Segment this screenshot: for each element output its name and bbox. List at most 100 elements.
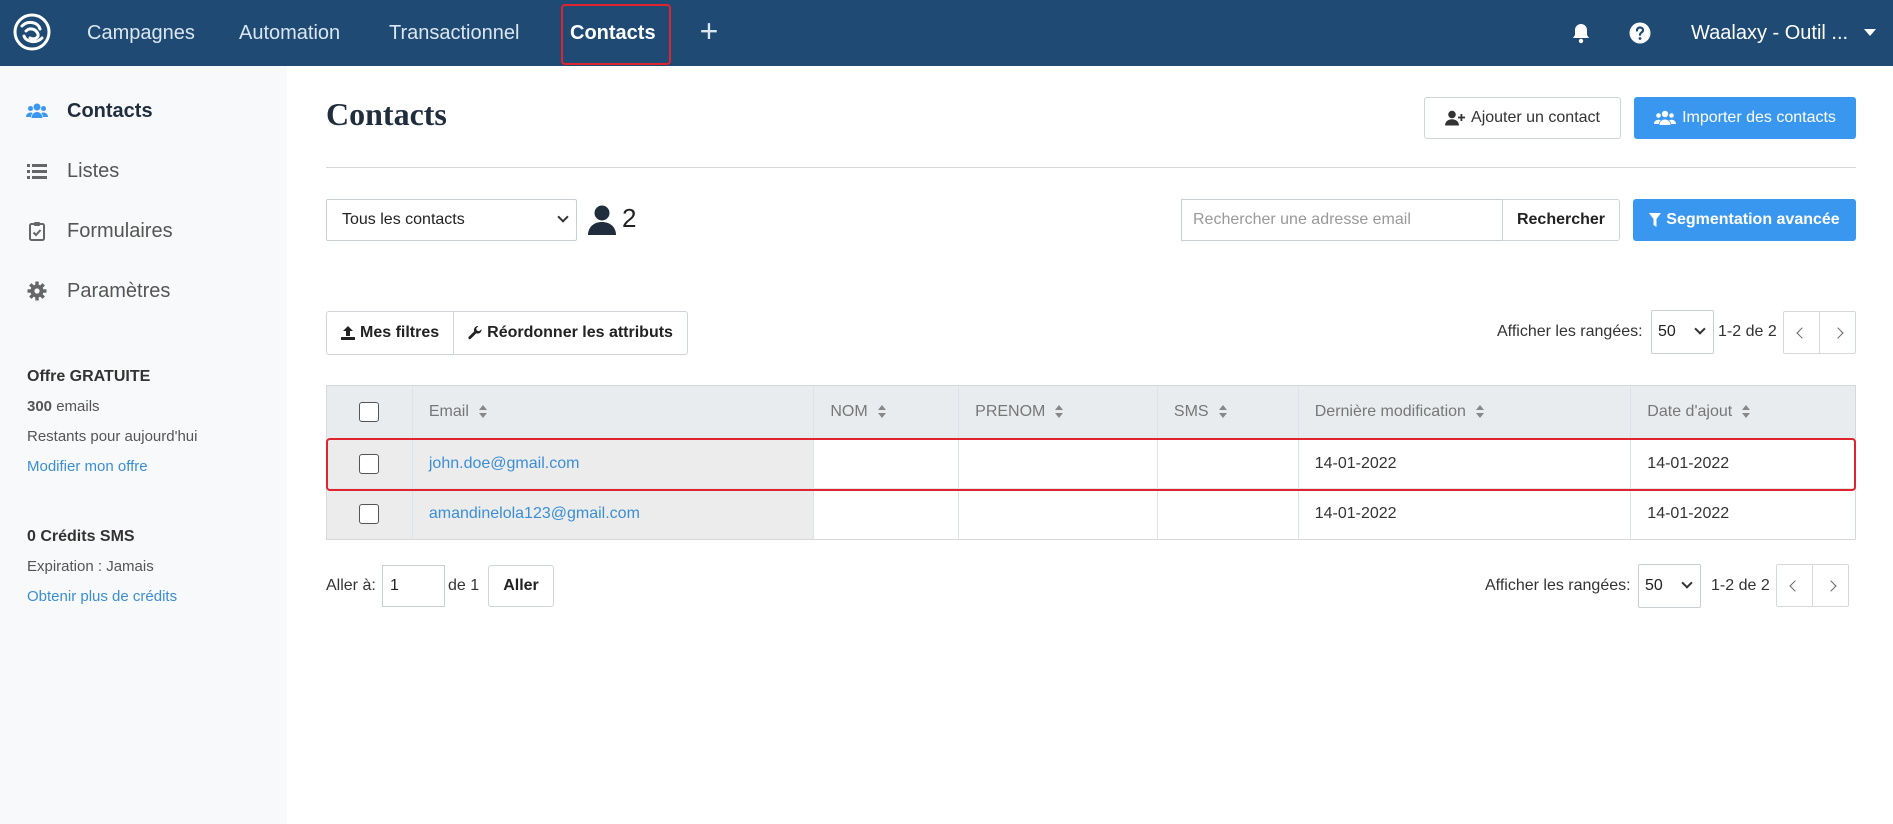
- contact-count: 2: [622, 203, 637, 233]
- rows-per-page-value: 50: [1658, 323, 1676, 340]
- prev-page-button[interactable]: [1784, 312, 1819, 353]
- org-dropdown-caret-icon[interactable]: [1864, 29, 1876, 36]
- sort-icon: [1055, 405, 1064, 419]
- bell-icon[interactable]: [1569, 21, 1593, 45]
- contact-email-link[interactable]: john.doe@gmail.com: [429, 455, 580, 473]
- reorder-attributes-button[interactable]: Réordonner les attributs: [454, 311, 688, 355]
- search-email-input[interactable]: Rechercher une adresse email: [1181, 199, 1503, 241]
- pagination-controls: [1776, 564, 1849, 607]
- filters-button-group: Mes filtres Réordonner les attributs: [326, 311, 688, 355]
- get-more-credits-link[interactable]: Obtenir plus de crédits: [27, 588, 177, 605]
- wrench-icon: [468, 326, 482, 340]
- sms-expiration-text: Expiration : Jamais: [27, 558, 154, 575]
- sidebar: Contacts Listes Formulaires Paramètres O…: [0, 66, 287, 824]
- sidebar-item-parametres[interactable]: Paramètres: [26, 276, 170, 306]
- search-button[interactable]: Rechercher: [1502, 199, 1620, 241]
- organization-name[interactable]: Waalaxy - Outil ...: [1691, 0, 1848, 66]
- brand-logo-icon[interactable]: [12, 12, 52, 52]
- sidebar-item-label: Formulaires: [67, 219, 173, 242]
- row-select-cell: [327, 439, 413, 488]
- sidebar-item-contacts[interactable]: Contacts: [26, 96, 153, 126]
- table-row[interactable]: john.doe@gmail.com 14-01-2022 14-01-2022: [327, 439, 1855, 489]
- my-filters-label: Mes filtres: [360, 324, 440, 341]
- rows-per-page-label: Afficher les rangées:: [1497, 323, 1643, 340]
- sidebar-item-label: Paramètres: [67, 279, 171, 302]
- sort-icon: [1742, 405, 1751, 419]
- chevron-down-icon: [557, 211, 569, 223]
- nav-contacts-highlight: [561, 4, 671, 65]
- add-nav-plus-icon[interactable]: +: [695, 15, 723, 47]
- goto-page-input[interactable]: 1: [382, 565, 445, 607]
- rows-per-page-label: Afficher les rangées:: [1485, 577, 1631, 594]
- chevron-down-icon: [1681, 577, 1693, 589]
- chevron-down-icon: [1694, 323, 1706, 335]
- last-modified-cell: 14-01-2022: [1299, 489, 1632, 539]
- user-plus-icon: [1445, 110, 1466, 126]
- column-header-email[interactable]: Email: [412, 386, 815, 438]
- modify-plan-link[interactable]: Modifier mon offre: [27, 458, 148, 475]
- top-navbar: Campagnes Automation Transactionnel Cont…: [0, 0, 1893, 66]
- table-header-row: Email NOM PRENOM SMS Dernière modificati…: [327, 386, 1855, 439]
- select-all-checkbox[interactable]: [359, 402, 380, 422]
- import-contacts-label: Importer des contacts: [1682, 109, 1836, 126]
- advanced-segmentation-label: Segmentation avancée: [1666, 211, 1840, 228]
- sort-icon: [1218, 405, 1227, 419]
- column-header-label: NOM: [830, 403, 868, 420]
- users-icon: [26, 100, 48, 122]
- chevron-left-icon: [1795, 326, 1808, 339]
- column-header-last-modified[interactable]: Dernière modification: [1299, 386, 1632, 438]
- rows-per-page-select[interactable]: 50: [1638, 564, 1701, 608]
- chevron-right-icon: [1831, 326, 1844, 339]
- contact-list-select[interactable]: Tous les contacts: [326, 199, 577, 241]
- sort-icon: [478, 405, 487, 419]
- row-checkbox[interactable]: [359, 504, 380, 524]
- goto-page-label: Aller à:: [326, 577, 376, 594]
- advanced-segmentation-button[interactable]: Segmentation avancée: [1633, 199, 1856, 241]
- pagination-range: 1-2 de 2: [1711, 577, 1770, 594]
- prenom-cell: [959, 439, 1158, 488]
- sidebar-item-label: Listes: [67, 159, 120, 182]
- column-header-sms[interactable]: SMS: [1158, 386, 1299, 438]
- column-header-label: SMS: [1173, 403, 1209, 420]
- pagination-controls: [1783, 311, 1856, 354]
- user-icon: [588, 205, 616, 235]
- sidebar-item-formulaires[interactable]: Formulaires: [26, 216, 173, 246]
- sms-credits-title: 0 Crédits SMS: [27, 528, 135, 545]
- import-contacts-button[interactable]: Importer des contacts: [1634, 97, 1856, 139]
- rows-per-page-value: 50: [1645, 577, 1663, 594]
- prev-page-button[interactable]: [1777, 565, 1812, 606]
- column-header-nom[interactable]: NOM: [814, 386, 960, 438]
- header-divider: [326, 167, 1856, 168]
- plan-title: Offre GRATUITE: [27, 368, 151, 385]
- contact-email-link[interactable]: amandinelola123@gmail.com: [429, 505, 640, 523]
- column-header-prenom[interactable]: PRENOM: [959, 386, 1158, 438]
- rows-per-page-select[interactable]: 50: [1651, 310, 1714, 354]
- my-filters-button[interactable]: Mes filtres: [326, 311, 455, 355]
- column-header-label: Date d'ajout: [1647, 403, 1733, 420]
- nav-campagnes[interactable]: Campagnes: [87, 0, 195, 66]
- email-cell: amandinelola123@gmail.com: [412, 489, 815, 539]
- filter-icon: [1649, 213, 1662, 227]
- next-page-button[interactable]: [1812, 565, 1848, 606]
- goto-page-button[interactable]: Aller: [488, 565, 554, 607]
- next-page-button[interactable]: [1819, 312, 1855, 353]
- users-icon: [1654, 110, 1677, 125]
- last-modified-cell: 14-01-2022: [1299, 439, 1632, 488]
- remaining-today-text: Restants pour aujourd'hui: [27, 428, 198, 445]
- add-contact-button[interactable]: Ajouter un contact: [1424, 97, 1621, 139]
- nav-automation[interactable]: Automation: [239, 0, 340, 66]
- row-checkbox[interactable]: [359, 453, 380, 474]
- help-icon[interactable]: [1628, 21, 1652, 45]
- nav-transactionnel[interactable]: Transactionnel: [389, 0, 519, 66]
- row-select-cell: [327, 489, 413, 539]
- column-header-date-added[interactable]: Date d'ajout: [1631, 386, 1855, 438]
- sms-cell: [1158, 489, 1299, 539]
- nom-cell: [814, 489, 960, 539]
- gear-icon: [26, 280, 48, 302]
- column-header-label: PRENOM: [975, 403, 1046, 420]
- prenom-cell: [959, 489, 1158, 539]
- sidebar-item-listes[interactable]: Listes: [26, 156, 119, 186]
- emails-remaining: 300 emails: [27, 398, 100, 415]
- emails-label: emails: [52, 398, 100, 415]
- table-row[interactable]: amandinelola123@gmail.com 14-01-2022 14-…: [327, 489, 1855, 539]
